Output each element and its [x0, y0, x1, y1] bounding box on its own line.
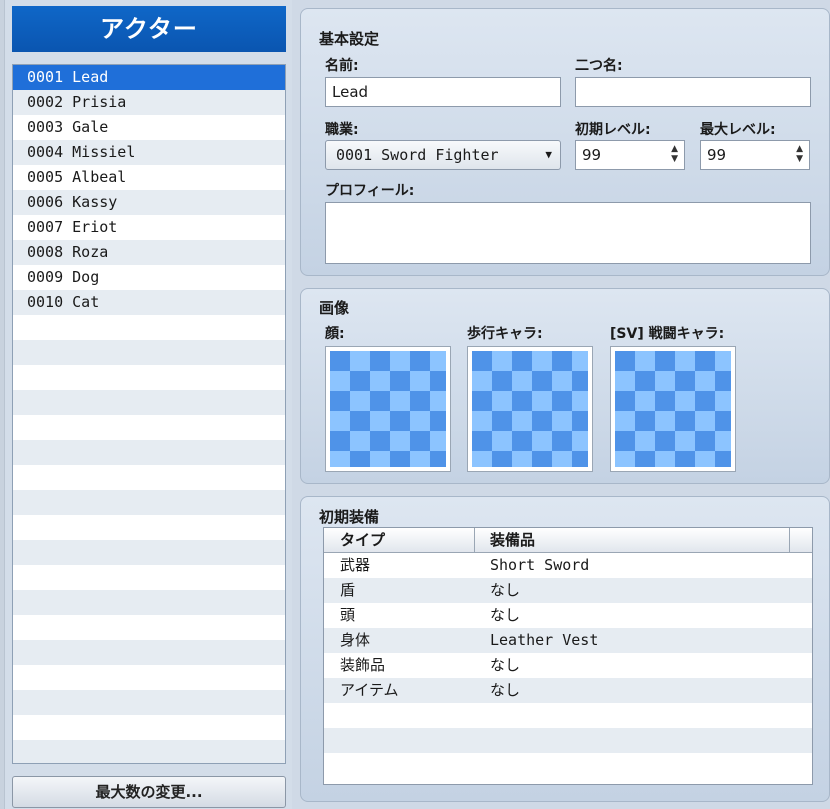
sv-label: [SV] 戦闘キャラ:: [610, 326, 725, 342]
class-label: 職業:: [325, 122, 359, 138]
section-title: 画像: [319, 299, 350, 317]
max-level-value: 99: [707, 146, 727, 164]
list-item[interactable]: [13, 740, 285, 763]
profile-label: プロフィール:: [325, 183, 415, 199]
transparent-placeholder: [472, 351, 588, 467]
spin-arrows-icon[interactable]: ▲ ▼: [671, 144, 678, 164]
name-label: 名前:: [325, 58, 359, 74]
list-item[interactable]: [13, 565, 285, 590]
list-item[interactable]: [13, 665, 285, 690]
list-item[interactable]: 0003 Gale: [13, 115, 285, 140]
list-item[interactable]: 0005 Albeal: [13, 165, 285, 190]
list-item[interactable]: 0006 Kassy: [13, 190, 285, 215]
table-row[interactable]: [324, 753, 812, 778]
sv-battler-image[interactable]: [610, 346, 736, 472]
section-title: 基本設定: [319, 30, 380, 48]
table-row[interactable]: [324, 703, 812, 728]
list-item[interactable]: [13, 440, 285, 465]
table-row[interactable]: 身体 Leather Vest: [324, 628, 812, 653]
equipment-item: Short Sword: [490, 556, 590, 574]
table-row[interactable]: 頭 なし: [324, 603, 812, 628]
walk-label: 歩行キャラ:: [467, 326, 543, 342]
table-row[interactable]: 盾 なし: [324, 578, 812, 603]
column-divider: [789, 528, 790, 552]
equipment-item: なし: [490, 581, 521, 599]
transparent-placeholder: [615, 351, 731, 467]
list-item[interactable]: [13, 415, 285, 440]
equipment-item: なし: [490, 681, 521, 699]
equipment-table[interactable]: タイプ 装備品 武器 Short Sword 盾なし頭なし 身体 Leather Ves…: [323, 527, 813, 785]
list-item[interactable]: [13, 640, 285, 665]
list-item[interactable]: [13, 540, 285, 565]
actor-panel: アクター 0001 Lead 0002 Prisia 0003 Gale 0004 M…: [0, 0, 292, 809]
column-item-header[interactable]: 装備品: [490, 528, 535, 552]
transparent-placeholder: [330, 351, 446, 467]
list-item[interactable]: 0002 Prisia: [13, 90, 285, 115]
equipment-item: Leather Vest: [490, 631, 599, 649]
initial-level-label: 初期レベル:: [575, 122, 651, 138]
class-dropdown-value: 0001 Sword Fighter: [336, 146, 499, 164]
name-field[interactable]: Lead: [325, 77, 561, 107]
table-row[interactable]: アイテム なし: [324, 678, 812, 703]
list-item[interactable]: 0004 Missiel: [13, 140, 285, 165]
list-item[interactable]: 0001 Lead: [13, 65, 285, 90]
nickname-label: 二つ名:: [575, 58, 623, 74]
initial-level-stepper[interactable]: 99 ▲ ▼: [575, 140, 685, 170]
list-item[interactable]: [13, 690, 285, 715]
list-item[interactable]: [13, 715, 285, 740]
equipment-type: 武器: [340, 556, 371, 574]
section-title: 初期装備: [319, 508, 380, 526]
list-item[interactable]: [13, 515, 285, 540]
nickname-field[interactable]: [575, 77, 811, 107]
list-item[interactable]: 0009 Dog: [13, 265, 285, 290]
basic-settings-section: 基本設定 名前: Lead 二つ名: 職業: 0001 Sword Fighte…: [300, 8, 830, 276]
list-item[interactable]: [13, 340, 285, 365]
profile-field[interactable]: [325, 202, 811, 264]
spin-arrows-icon[interactable]: ▲ ▼: [796, 144, 803, 164]
column-type-header[interactable]: タイプ: [340, 528, 385, 552]
max-level-label: 最大レベル:: [700, 122, 776, 138]
equipment-type: 装飾品: [340, 656, 386, 674]
list-item[interactable]: [13, 615, 285, 640]
table-row[interactable]: 武器 Short Sword: [324, 553, 812, 578]
list-item[interactable]: 0008 Roza: [13, 240, 285, 265]
list-item[interactable]: 0010 Cat: [13, 290, 285, 315]
column-divider: [474, 528, 475, 552]
list-item[interactable]: [13, 315, 285, 340]
face-label: 顔:: [325, 326, 345, 342]
face-image[interactable]: [325, 346, 451, 472]
equipment-item: なし: [490, 606, 521, 624]
images-section: 画像 顔: 歩行キャラ: [SV] 戦闘キャラ:: [300, 288, 830, 484]
actor-panel-title: アクター: [12, 6, 286, 52]
walk-character-image[interactable]: [467, 346, 593, 472]
list-item[interactable]: [13, 465, 285, 490]
table-header: タイプ 装備品: [324, 528, 812, 553]
list-item[interactable]: [13, 365, 285, 390]
table-row[interactable]: 装飾品 なし: [324, 653, 812, 678]
equipment-type: 身体: [340, 631, 371, 649]
equipment-item: なし: [490, 656, 521, 674]
max-level-stepper[interactable]: 99 ▲ ▼: [700, 140, 810, 170]
actor-list[interactable]: 0001 Lead 0002 Prisia 0003 Gale 0004 Missie…: [12, 64, 286, 764]
equipment-type: 盾: [340, 581, 356, 599]
chevron-down-icon: ▼: [545, 148, 552, 161]
class-dropdown[interactable]: 0001 Sword Fighter ▼: [325, 140, 561, 170]
list-item[interactable]: [13, 590, 285, 615]
equipment-type: 頭: [340, 606, 356, 624]
table-row[interactable]: [324, 728, 812, 753]
list-item[interactable]: [13, 490, 285, 515]
list-item[interactable]: [13, 390, 285, 415]
initial-level-value: 99: [582, 146, 602, 164]
change-max-button[interactable]: 最大数の変更...: [12, 776, 286, 808]
equipment-section: 初期装備 タイプ 装備品 武器 Short Sword 盾なし頭なし 身体 Leathe…: [300, 496, 830, 802]
list-item[interactable]: 0007 Eriot: [13, 215, 285, 240]
equipment-type: アイテム: [340, 681, 399, 699]
equipment-table-body: 武器 Short Sword 盾なし頭なし 身体 Leather Vest 装飾品 なし アイ…: [324, 553, 812, 778]
